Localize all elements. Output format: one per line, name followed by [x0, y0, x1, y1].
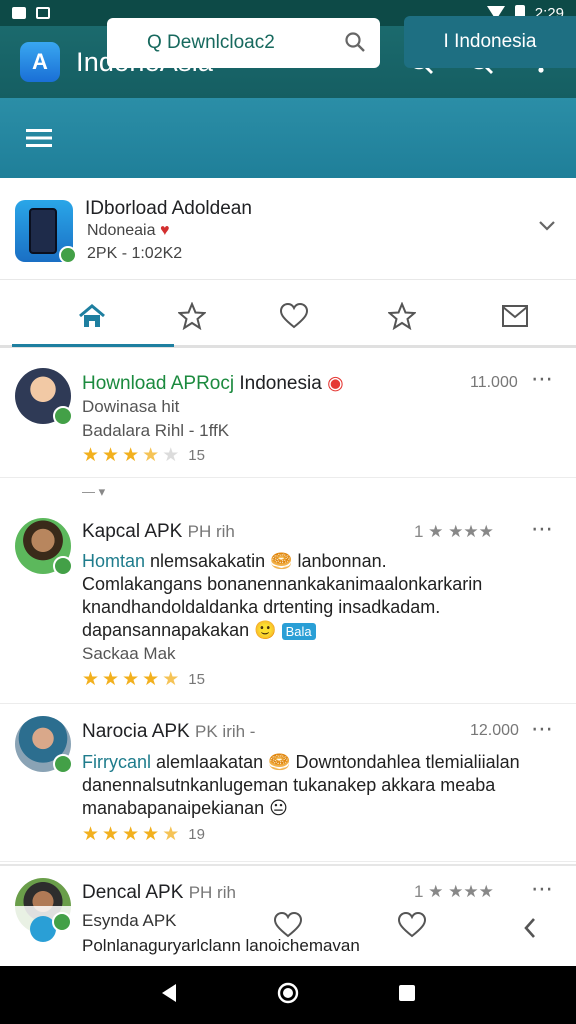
tab-rated[interactable] — [382, 296, 422, 336]
country-selector-button[interactable]: I Indonesia — [404, 16, 576, 68]
app-card-subtitle: Ndoneaia ♥ — [87, 222, 170, 239]
reviewer-avatar[interactable] — [15, 368, 73, 426]
review-text-line: Homtan nlemsakakatin 🥯 lanbonnan. — [82, 551, 387, 571]
hamburger-menu-icon[interactable] — [14, 113, 64, 163]
reviewer-avatar[interactable] — [15, 716, 73, 774]
star-icon: ★ — [102, 669, 120, 690]
review-text-line: Firrycanl alemlaakatan 🥯 Downtondahlea t… — [82, 752, 520, 772]
star-icon: ★ — [102, 445, 120, 466]
review-line: Sackaa Mak — [82, 644, 176, 663]
star-icon — [388, 302, 416, 330]
review-title: Narocia APK PK irih - — [82, 721, 256, 742]
chevron-left-icon[interactable] — [522, 916, 538, 945]
review-text-line: Polnlanaguryarlclann lanoichemavan — [82, 936, 360, 955]
star-rating: ★ ★ ★ ★ ★ 19 — [82, 823, 205, 846]
review-title: Hownload APRocj Indonesia ◉ — [82, 373, 344, 394]
star-icon: ★ — [162, 669, 180, 690]
star-half-icon: ★ — [142, 445, 160, 466]
review-line: Badalara Rihl - 1ffK — [82, 421, 230, 440]
reviewer-avatar[interactable] — [15, 518, 73, 576]
tab-messages[interactable] — [496, 296, 536, 336]
more-options-icon[interactable]: ⋯ — [531, 366, 554, 392]
review-count: 12.000 — [470, 722, 519, 739]
gallery-notification-icon — [36, 7, 50, 19]
verified-badge-icon — [53, 754, 73, 774]
app-logo-icon: A — [20, 42, 60, 82]
review-count: 11.000 — [470, 374, 518, 391]
verified-badge-icon — [59, 246, 77, 264]
app-thumbnail-icon — [15, 200, 77, 264]
star-icon: ★ — [102, 824, 120, 845]
search-field-icon — [344, 31, 366, 59]
star-icon: ★ — [82, 669, 100, 690]
star-icon: ★ — [122, 824, 140, 845]
review-rating-text: 1 ★ ★★★ — [414, 522, 494, 541]
home-button-icon[interactable] — [277, 982, 299, 1009]
star-icon: ★ — [122, 445, 140, 466]
star-icon: ★ — [142, 669, 160, 690]
heart-emoji-icon: ♥ — [159, 222, 170, 239]
rating-count: 15 — [188, 447, 205, 464]
star-icon: ★ — [122, 669, 140, 690]
verified-badge-icon — [53, 556, 73, 576]
star-icon — [178, 302, 206, 330]
star-icon: ★ — [162, 445, 180, 466]
app-card-meta: 2PK - 1:02K2 — [87, 245, 183, 262]
star-rating: ★ ★ ★ ★ ★ 15 — [82, 444, 205, 467]
star-icon: ★ — [142, 824, 160, 845]
back-icon[interactable] — [160, 983, 178, 1008]
heart-icon-secondary[interactable] — [397, 911, 427, 943]
review-tag: Bala — [281, 623, 316, 640]
chevron-down-icon[interactable] — [538, 219, 556, 237]
review-title: Dencal APK PH rih — [82, 882, 236, 903]
rating-count: 15 — [188, 671, 205, 688]
tab-favorites[interactable] — [172, 296, 212, 336]
review-text-line: dapansannapakakan 🙂 Bala — [82, 620, 316, 641]
heart-icon[interactable] — [273, 911, 303, 943]
more-options-icon[interactable]: ⋯ — [531, 516, 554, 542]
active-tab-indicator — [12, 344, 174, 347]
image-notification-icon — [12, 7, 26, 19]
star-icon: ★ — [162, 824, 180, 845]
tab-likes[interactable] — [274, 296, 314, 336]
home-icon — [79, 304, 105, 327]
heart-icon — [280, 303, 308, 329]
more-options-icon[interactable]: ⋯ — [531, 716, 554, 742]
verified-badge-icon — [52, 912, 72, 932]
review-text-line: danennalsutnkanlugeman tukanakep akkara … — [82, 775, 496, 795]
review-rating-text: 1 ★ ★★★ — [414, 882, 494, 901]
face-emoji-icon: ◉ — [327, 373, 344, 394]
star-icon: ★ — [82, 824, 100, 845]
app-card-title: IDborload Adoldean — [85, 198, 252, 219]
tab-bar — [0, 282, 576, 348]
more-options-icon[interactable]: ⋯ — [531, 876, 554, 902]
search-band — [0, 98, 576, 178]
verified-badge-icon — [53, 406, 73, 426]
tab-home[interactable] — [72, 296, 112, 336]
system-navigation-bar — [0, 966, 576, 1024]
review-title: Kapcal APK PH rih — [82, 521, 235, 542]
collapse-indicator-icon[interactable]: — ▾ — [82, 484, 105, 500]
review-line: Dowinasa hit — [82, 397, 180, 416]
review-text-line: manabapanaipekianan 😐 — [82, 798, 288, 818]
review-line: Esynda APK — [82, 911, 177, 930]
star-icon: ★ — [82, 445, 100, 466]
search-input[interactable]: Q Dewnlcloac2 — [107, 18, 380, 68]
review-text-line: Comlakangans bonanennankakanimaalonkarka… — [82, 574, 483, 594]
recents-icon[interactable] — [398, 984, 416, 1007]
mail-icon — [502, 305, 528, 327]
rating-count: 19 — [188, 826, 205, 843]
review-text-line: knandhandoldaldanka drtenting insadkadam… — [82, 597, 441, 617]
search-input-text: Q Dewnlcloac2 — [147, 32, 275, 53]
star-rating: ★ ★ ★ ★ ★ 15 — [82, 668, 205, 691]
